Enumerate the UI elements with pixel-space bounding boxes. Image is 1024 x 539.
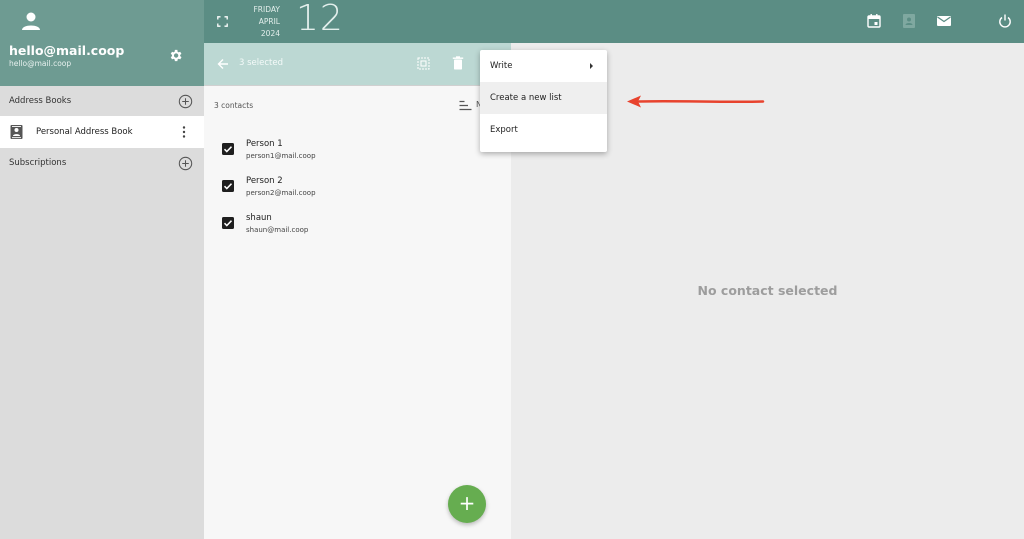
menu-item-export[interactable]: Export (480, 114, 607, 146)
fullscreen-icon[interactable] (217, 16, 228, 27)
contact-list-pane: 3 selected 3 contacts N Person 1 person1… (204, 43, 511, 539)
gear-icon[interactable] (168, 48, 183, 63)
address-book-icon (10, 125, 23, 139)
month: APRIL (258, 17, 280, 26)
contact-name: Person 1 (246, 139, 283, 149)
list-header: 3 contacts N (204, 85, 511, 123)
annotation-arrow-icon (627, 95, 765, 108)
menu-item-create-list[interactable]: Create a new list (480, 82, 607, 114)
sidebar: hello@mail.coop hello@mail.coop Address … (0, 0, 204, 539)
selected-count: 3 selected (239, 58, 283, 68)
contact-email: person1@mail.coop (246, 152, 316, 160)
mail-icon[interactable] (936, 13, 952, 29)
sort-icon[interactable] (459, 100, 472, 111)
menu-item-label: Create a new list (490, 93, 562, 103)
top-bar: FRIDAY APRIL 2024 12 (204, 0, 1024, 43)
subscriptions-section: Subscriptions (0, 148, 204, 178)
add-contact-button[interactable]: + (448, 485, 486, 523)
user-avatar-icon[interactable] (21, 11, 41, 31)
calendar-icon[interactable] (866, 13, 882, 29)
checkbox-checked-icon[interactable] (222, 180, 234, 192)
back-arrow-icon[interactable] (217, 58, 229, 70)
contact-name: shaun (246, 213, 272, 223)
submenu-arrow-icon (590, 63, 593, 69)
menu-item-label: Write (490, 61, 513, 71)
menu-item-label: Export (490, 125, 518, 135)
contact-row[interactable]: shaun shaun@mail.coop (204, 207, 511, 244)
add-subscription-icon[interactable] (178, 156, 193, 171)
context-menu: Write Create a new list Export (480, 50, 607, 152)
subscriptions-label: Subscriptions (9, 158, 67, 168)
day-number: 12 (296, 0, 344, 39)
year: 2024 (260, 29, 280, 38)
power-icon[interactable] (997, 13, 1013, 29)
add-address-book-icon[interactable] (178, 94, 193, 109)
contact-email: person2@mail.coop (246, 189, 316, 197)
date-text: FRIDAY APRIL 2024 (248, 4, 280, 40)
menu-item-write[interactable]: Write (480, 50, 607, 82)
contact-row[interactable]: Person 1 person1@mail.coop (204, 133, 511, 170)
contacts-count: 3 contacts (214, 101, 254, 110)
more-options-icon[interactable] (180, 125, 188, 139)
select-all-icon[interactable] (417, 57, 430, 70)
trash-icon[interactable] (452, 56, 464, 70)
contact-email: shaun@mail.coop (246, 226, 309, 234)
user-name: hello@mail.coop (9, 43, 125, 58)
user-panel: hello@mail.coop hello@mail.coop (0, 0, 204, 86)
empty-state-text: No contact selected (697, 283, 838, 298)
checkbox-checked-icon[interactable] (222, 143, 234, 155)
weekday: FRIDAY (253, 5, 280, 14)
selection-toolbar: 3 selected (204, 43, 511, 85)
address-books-section: Address Books (0, 86, 204, 116)
checkbox-checked-icon[interactable] (222, 217, 234, 229)
contacts-icon[interactable] (901, 13, 917, 29)
address-book-label: Personal Address Book (36, 127, 133, 137)
user-email: hello@mail.coop (9, 59, 72, 68)
address-books-label: Address Books (9, 96, 72, 106)
contact-name: Person 2 (246, 176, 283, 186)
sidebar-item-personal-address-book[interactable]: Personal Address Book (0, 116, 204, 148)
contact-row[interactable]: Person 2 person2@mail.coop (204, 170, 511, 207)
